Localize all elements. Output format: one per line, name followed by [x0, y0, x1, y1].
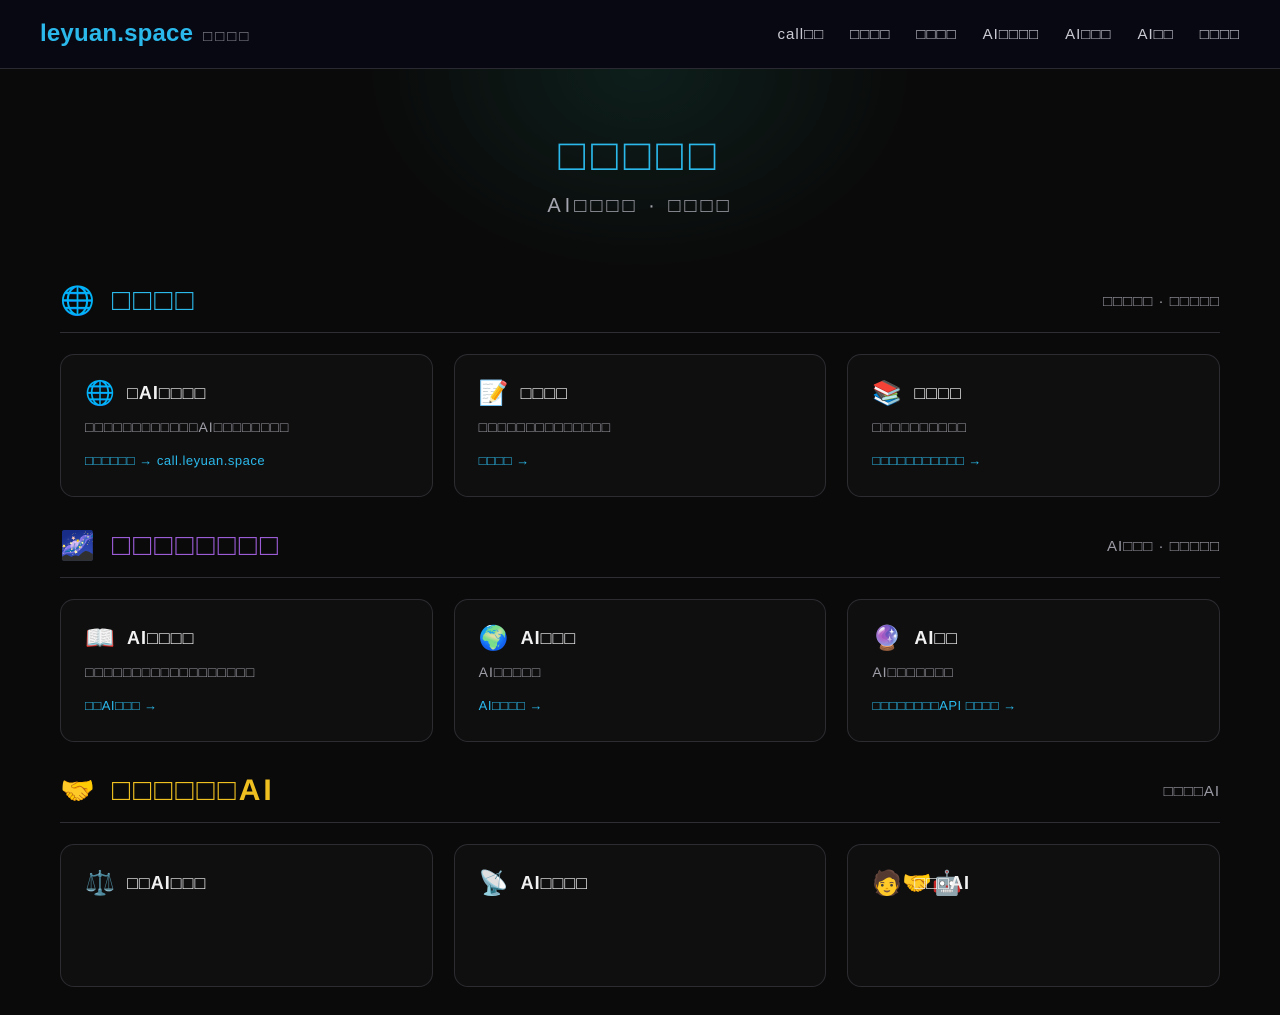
handshake-icon: 🤝 [60, 775, 95, 806]
section-3: 🤝 □□□□□□AI □□□□AI ⚖️ □□AI□□□ 📡 AI□□□□ 🧑‍… [60, 770, 1221, 987]
main-nav: call□□ □□□□ □□□□ AI□□□□ AI□□□ AI□□ □□□□ [778, 26, 1240, 43]
person-robot-icon: 🧑‍🤝‍🤖 [872, 869, 962, 897]
card[interactable]: 📝 □□□□ □□□□□□□□□□□□□□ □□□□ → [453, 354, 827, 497]
top-bar: leyuan.space □□□□ call□□ □□□□ □□□□ AI□□□… [0, 0, 1280, 69]
card[interactable]: 🌐 □AI□□□□ □□□□□□□□□□□□AI□□□□□□□□ □□□□□□ … [60, 354, 433, 497]
card[interactable]: 🔮 AI□□ AI□□□□□□□ □□□□□□□□API □□□□ → [847, 599, 1221, 742]
section-2: 🌌 □□□□□□□□ AI□□□ · □□□□□ 📖 AI□□□□ □□□□□□… [60, 525, 1221, 742]
section-note: □□□□□ · □□□□□ [1103, 292, 1220, 310]
nav-item-6[interactable]: AI□□ [1137, 26, 1173, 43]
globe-icon: 🌐 [85, 379, 115, 407]
card-title: □□□AI [914, 872, 970, 893]
card-title: AI□□ [914, 627, 959, 648]
section-title: □□□□ [112, 284, 197, 317]
card-title: AI□□□□ [127, 627, 195, 648]
card-description: □□□□□□□□□□□□AI□□□□□□□□ [85, 419, 290, 435]
card-title: □□AI□□□ [127, 872, 207, 893]
section-title: □□□□□□AI [112, 774, 275, 807]
card-link[interactable]: AI□□□□ → [479, 698, 802, 713]
card-link[interactable]: □□AI□□□ → [85, 698, 408, 713]
memo-icon: 📝 [478, 379, 509, 407]
galaxy-icon: 🌌 [60, 530, 95, 561]
section-header: 🤝 □□□□□□AI □□□□AI [60, 770, 1220, 823]
brand-subtitle: □□□□ [203, 28, 252, 45]
nav-item-4[interactable]: AI□□□□ [983, 26, 1039, 43]
brand-name[interactable]: leyuan.space [40, 20, 193, 48]
brand[interactable]: leyuan.space □□□□ [40, 20, 251, 48]
nav-item-1[interactable]: call□□ [778, 26, 825, 43]
open-book-icon: 📖 [85, 624, 115, 652]
card-description: □□□□□□□□□□ [872, 419, 967, 435]
books-icon: 📚 [872, 379, 903, 407]
card-title: □AI□□□□ [127, 382, 207, 403]
card-row: ⚖️ □□AI□□□ 📡 AI□□□□ 🧑‍🤝‍🤖 □□□AI [60, 844, 1221, 987]
section-header: 🌌 □□□□□□□□ AI□□□ · □□□□□ [60, 525, 1220, 578]
card-link[interactable]: □□□□□□ → call.leyuan.space [85, 453, 408, 468]
globe-icon: 🌐 [60, 285, 95, 316]
card-row: 🌐 □AI□□□□ □□□□□□□□□□□□AI□□□□□□□□ □□□□□□ … [60, 354, 1221, 497]
card-description: AI□□□□□ [478, 664, 542, 680]
nav-item-7[interactable]: □□□□ [1200, 26, 1240, 43]
card[interactable]: 📚 □□□□ □□□□□□□□□□ □□□□□□□□□□□ → [847, 354, 1221, 497]
section-1: 🌐 □□□□ □□□□□ · □□□□□ 🌐 □AI□□□□ □□□□□□□□□… [60, 280, 1221, 497]
card-row: 📖 AI□□□□ □□□□□□□□□□□□□□□□□□ □□AI□□□ → 🌍 … [60, 599, 1221, 742]
hero: □□□□□ AI□□□□ · □□□□ [0, 69, 1280, 218]
section-note: AI□□□ · □□□□□ [1107, 537, 1220, 555]
scales-icon: ⚖️ [85, 869, 115, 897]
hero-title: □□□□□ [558, 131, 722, 180]
card-title: AI□□□ [520, 627, 577, 648]
satellite-dish-icon: 📡 [478, 869, 509, 897]
section-title: □□□□□□□□ [112, 529, 281, 562]
crystal-ball-icon: 🔮 [872, 624, 903, 652]
nav-item-5[interactable]: AI□□□ [1065, 26, 1111, 43]
main-content: 🌐 □□□□ □□□□□ · □□□□□ 🌐 □AI□□□□ □□□□□□□□□… [60, 280, 1221, 1015]
hero-subtitle: AI□□□□ · □□□□ [547, 195, 733, 217]
card-link[interactable]: □□□□ → [479, 453, 802, 468]
card-link[interactable]: □□□□□□□□□□□ → [872, 453, 1195, 468]
card[interactable]: ⚖️ □□AI□□□ [60, 844, 433, 987]
card-title: AI□□□□ [520, 872, 589, 893]
card-description: □□□□□□□□□□□□□□ [478, 419, 612, 435]
nav-item-2[interactable]: □□□□ [850, 26, 890, 43]
card-title: □□□□ [914, 382, 962, 403]
section-header: 🌐 □□□□ □□□□□ · □□□□□ [60, 280, 1220, 333]
card[interactable]: 🌍 AI□□□ AI□□□□□ AI□□□□ → [453, 599, 827, 742]
earth-icon: 🌍 [478, 624, 509, 652]
section-note: □□□□AI [1163, 782, 1220, 800]
nav-item-3[interactable]: □□□□ [916, 26, 956, 43]
card[interactable]: 🧑‍🤝‍🤖 □□□AI [847, 844, 1221, 987]
card-description: □□□□□□□□□□□□□□□□□□ [85, 664, 256, 680]
card-title: □□□□ [520, 382, 569, 403]
card[interactable]: 📡 AI□□□□ [453, 844, 827, 987]
card-link[interactable]: □□□□□□□□API □□□□ → [872, 698, 1195, 713]
card[interactable]: 📖 AI□□□□ □□□□□□□□□□□□□□□□□□ □□AI□□□ → [60, 599, 433, 742]
card-description: AI□□□□□□□ [872, 664, 954, 680]
